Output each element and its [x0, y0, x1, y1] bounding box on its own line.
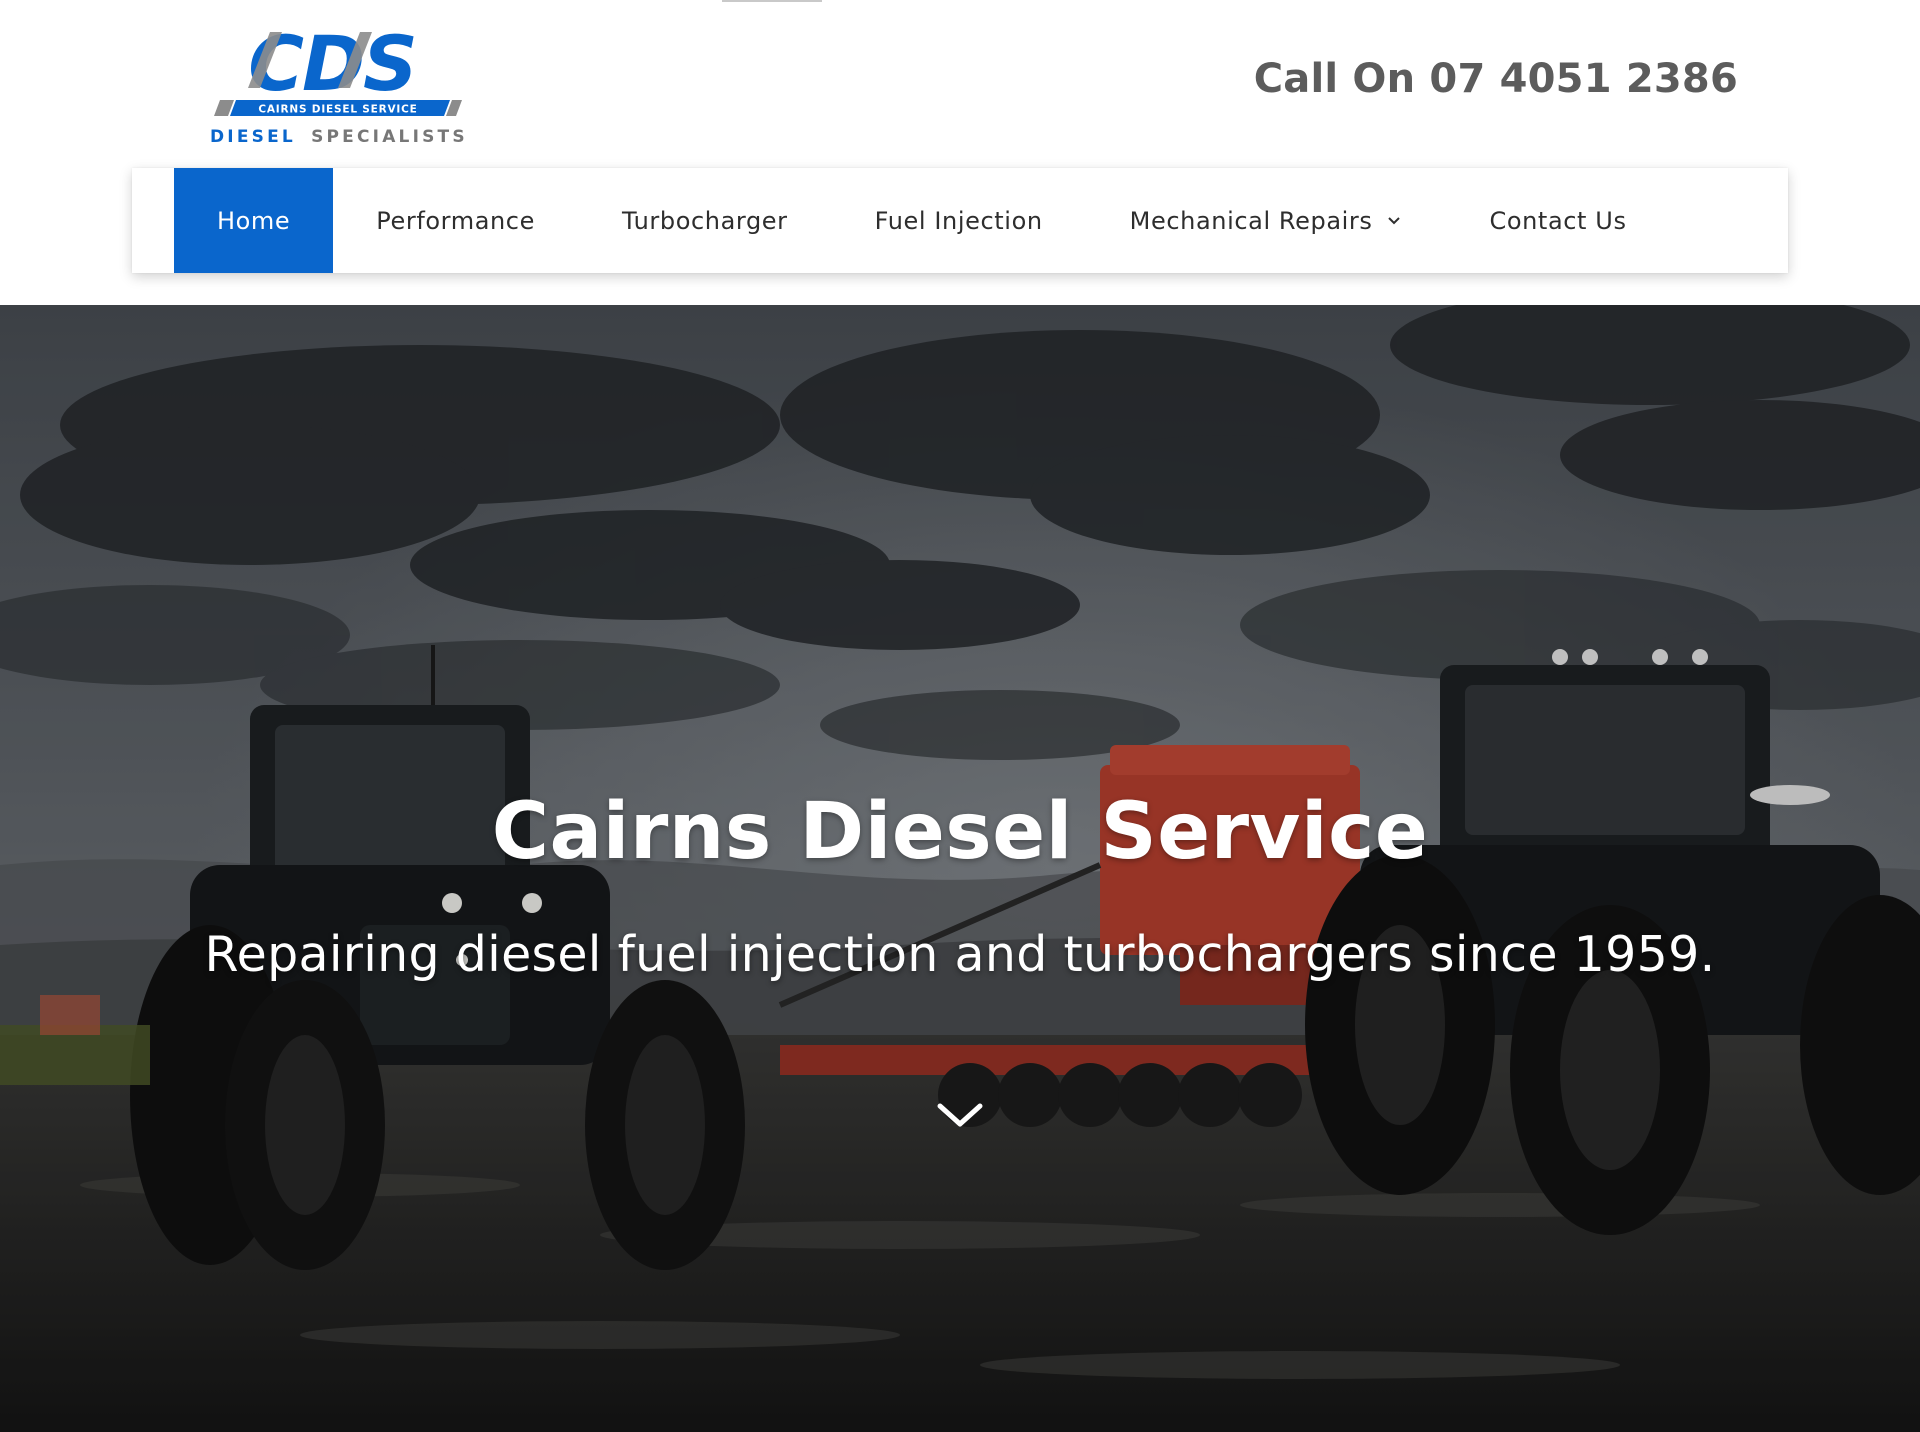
hero-subtitle: Repairing diesel fuel injection and turb…: [204, 926, 1716, 983]
nav-item-home[interactable]: Home: [174, 168, 334, 273]
phone-number[interactable]: Call On 07 4051 2386: [1254, 56, 1738, 102]
nav-label: Home: [217, 206, 291, 235]
site-header: CDS CAIRNS DIESEL SERVICE DIESEL SPECIAL…: [0, 0, 1920, 305]
hero-title: Cairns Diesel Service: [491, 787, 1429, 878]
logo-tagline-2: SPECIALISTS: [311, 127, 464, 147]
nav-item-performance[interactable]: Performance: [376, 168, 535, 273]
nav-item-fuel-injection[interactable]: Fuel Injection: [875, 168, 1043, 273]
nav-item-mechanical-repairs[interactable]: Mechanical Repairs: [1130, 168, 1403, 273]
logo-tagline-1: DIESEL: [210, 127, 296, 147]
top-divider: [722, 0, 822, 2]
chevron-down-icon: [1388, 216, 1401, 224]
svg-text:DIESEL SPECIALISTS: DIESEL SPECIALISTS: [210, 127, 464, 147]
main-nav: Home Performance Turbocharger Fuel Injec…: [132, 168, 1788, 273]
chevron-down-icon[interactable]: [935, 1100, 985, 1130]
nav-label: Mechanical Repairs: [1129, 206, 1373, 235]
nav-label: Fuel Injection: [874, 206, 1043, 235]
hero-banner: Cairns Diesel Service Repairing diesel f…: [0, 305, 1920, 1432]
nav-label: Turbocharger: [621, 206, 788, 235]
cds-logo-graphic: CDS CAIRNS DIESEL SERVICE DIESEL SPECIAL…: [210, 26, 464, 147]
nav-item-contact-us[interactable]: Contact Us: [1489, 168, 1626, 273]
logo-band-text: CAIRNS DIESEL SERVICE: [258, 104, 417, 116]
nav-label: Contact Us: [1489, 206, 1627, 235]
nav-label: Performance: [376, 206, 535, 235]
nav-item-turbocharger[interactable]: Turbocharger: [622, 168, 788, 273]
site-logo[interactable]: CDS CAIRNS DIESEL SERVICE DIESEL SPECIAL…: [200, 26, 464, 148]
